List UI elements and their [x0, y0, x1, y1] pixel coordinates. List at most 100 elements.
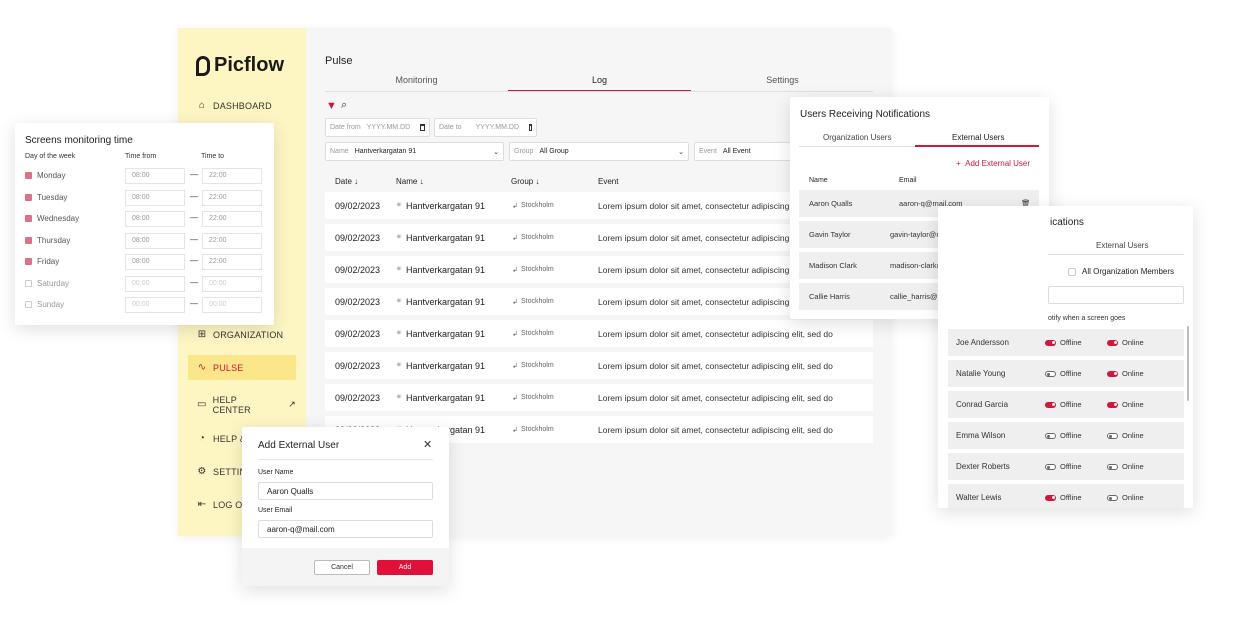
checkbox-icon[interactable]: [25, 215, 32, 222]
toggle-switch-icon[interactable]: [1045, 494, 1056, 501]
notifications-settings-card: ications External Users All Organization…: [938, 206, 1193, 508]
toggle-switch-icon[interactable]: [1107, 463, 1118, 470]
date-from-field[interactable]: Date from YYYY.MM.DD: [325, 118, 430, 137]
calendar-icon[interactable]: [529, 124, 532, 131]
calendar-icon[interactable]: [420, 124, 425, 131]
nav-help-center[interactable]: ▭ HELP CENTER ↗: [188, 392, 296, 417]
nav-pulse[interactable]: ∿ PULSE: [188, 355, 296, 380]
tab-log[interactable]: Log: [508, 75, 691, 85]
online-toggle[interactable]: Online: [1107, 400, 1144, 409]
date-to-field[interactable]: Date to YYYY.MM.DD: [434, 118, 537, 137]
event-select-label: Event: [699, 148, 717, 155]
user-email-input[interactable]: aaron-q@mail.com: [258, 520, 433, 538]
tab-organization-users[interactable]: Organization Users: [823, 133, 891, 142]
offline-toggle[interactable]: Offline: [1045, 400, 1082, 409]
offline-toggle[interactable]: Offline: [1045, 338, 1082, 347]
time-range-dash: —: [190, 256, 198, 265]
all-members-checkbox[interactable]: All Organization Members: [1068, 267, 1174, 276]
toggle-switch-icon[interactable]: [1045, 401, 1056, 408]
time-to-input[interactable]: 22:00: [202, 254, 262, 270]
offline-toggle[interactable]: Offline: [1045, 493, 1082, 502]
time-to-input[interactable]: 00:00: [202, 275, 262, 292]
time-from-input[interactable]: 08:00: [125, 232, 185, 249]
time-from-input[interactable]: 08:00: [125, 211, 185, 227]
tab-settings[interactable]: Settings: [691, 75, 874, 85]
toggle-switch-icon[interactable]: [1107, 432, 1118, 439]
toggle-switch-icon[interactable]: [1045, 432, 1056, 439]
add-external-user-modal: Add External User ✕ User Name Aaron Qual…: [242, 427, 449, 586]
time-from-input[interactable]: 00:00: [125, 275, 185, 292]
time-from-input[interactable]: 08:00: [125, 168, 185, 184]
group-select-value: All Group: [539, 148, 569, 155]
day-checkbox-row[interactable]: Wednesday: [25, 214, 79, 223]
day-checkbox-row[interactable]: Monday: [25, 171, 65, 180]
add-external-user-link[interactable]: + Add External User: [956, 159, 1030, 168]
search-icon[interactable]: ⌕: [341, 99, 347, 112]
tab-monitoring[interactable]: Monitoring: [325, 75, 508, 85]
toggle-switch-icon[interactable]: [1107, 370, 1118, 377]
checkbox-icon[interactable]: [25, 193, 32, 201]
toggle-switch-icon[interactable]: [1107, 401, 1118, 408]
online-toggle[interactable]: Online: [1107, 493, 1144, 502]
name-select[interactable]: Name Hantverkargatan 91 ⌄: [325, 142, 504, 161]
table-row[interactable]: 09/02/2023 ✳ Hantverkargatan 91 ↲Stockholm L…: [325, 320, 873, 347]
filter-icon[interactable]: ▼: [326, 100, 337, 112]
table-row[interactable]: 09/02/2023 ✳ Hantverkargatan 91 ↲Stockholm L…: [325, 352, 873, 379]
online-toggle[interactable]: Online: [1107, 462, 1144, 471]
time-from-input[interactable]: 00:00: [125, 297, 185, 313]
picflow-logo[interactable]: Picflow: [196, 54, 284, 77]
search-input[interactable]: [1048, 286, 1184, 304]
group-select[interactable]: Group All Group ⌄: [509, 142, 689, 161]
checkbox-icon[interactable]: [25, 301, 32, 308]
time-range-dash: —: [190, 277, 198, 287]
monitor-title: Screens monitoring time: [25, 135, 133, 146]
day-checkbox-row[interactable]: Sunday: [25, 300, 64, 309]
cancel-button[interactable]: Cancel: [314, 560, 370, 575]
group-icon: ↲: [512, 363, 518, 370]
user-name-input[interactable]: Aaron Qualls: [258, 482, 433, 500]
toggle-switch-icon[interactable]: [1107, 339, 1118, 346]
checkbox-icon[interactable]: [25, 236, 32, 244]
scrollbar[interactable]: [1187, 326, 1189, 401]
column-header-group[interactable]: Group ↓: [511, 177, 539, 186]
table-row[interactable]: 09/02/2023 ✳ Hantverkargatan 91 ↲Stockholm L…: [325, 384, 873, 411]
add-button[interactable]: Add: [377, 560, 433, 575]
column-header-date[interactable]: Date ↓: [335, 177, 358, 186]
nav-organization[interactable]: ⊞ ORGANIZATION: [188, 322, 296, 347]
day-checkbox-row[interactable]: Tuesday: [25, 193, 67, 202]
event-select[interactable]: Event All Event: [694, 142, 794, 161]
toggle-switch-icon[interactable]: [1045, 463, 1056, 470]
column-header-name[interactable]: Name ↓: [396, 177, 424, 186]
time-to-input[interactable]: 22:00: [202, 189, 262, 206]
online-toggle[interactable]: Online: [1107, 338, 1144, 347]
offline-toggle[interactable]: Offline: [1045, 431, 1082, 440]
online-toggle[interactable]: Online: [1107, 369, 1144, 378]
checkbox-icon[interactable]: [25, 172, 32, 179]
logout-icon: ⇤: [197, 499, 207, 510]
day-checkbox-row[interactable]: Saturday: [25, 279, 69, 288]
close-icon[interactable]: ✕: [423, 438, 432, 451]
row-group: Stockholm: [521, 266, 554, 273]
tab-divider: [1048, 254, 1184, 255]
nav-dashboard[interactable]: ⌂ DASHBOARD: [188, 93, 296, 118]
time-from-input[interactable]: 08:00: [125, 254, 185, 270]
checkbox-icon[interactable]: [25, 258, 32, 265]
time-to-input[interactable]: 22:00: [202, 232, 262, 249]
day-checkbox-row[interactable]: Friday: [25, 257, 59, 266]
time-to-input[interactable]: 00:00: [202, 297, 262, 313]
online-toggle[interactable]: Online: [1107, 431, 1144, 440]
tab-external-users[interactable]: External Users: [1096, 241, 1148, 250]
offline-toggle[interactable]: Offline: [1045, 462, 1082, 471]
time-to-input[interactable]: 22:00: [202, 211, 262, 227]
offline-toggle[interactable]: Offline: [1045, 369, 1082, 378]
day-checkbox-row[interactable]: Thursday: [25, 236, 70, 245]
time-from-input[interactable]: 08:00: [125, 189, 185, 206]
toggle-switch-icon[interactable]: [1107, 494, 1118, 501]
toggle-switch-icon[interactable]: [1045, 370, 1056, 377]
checkbox-icon[interactable]: [25, 279, 32, 287]
offline-label: Offline: [1060, 400, 1082, 409]
toggle-switch-icon[interactable]: [1045, 339, 1056, 346]
checkbox-icon: [1068, 267, 1076, 276]
time-to-input[interactable]: 22:00: [202, 168, 262, 184]
tab-external-users[interactable]: External Users: [952, 133, 1004, 142]
